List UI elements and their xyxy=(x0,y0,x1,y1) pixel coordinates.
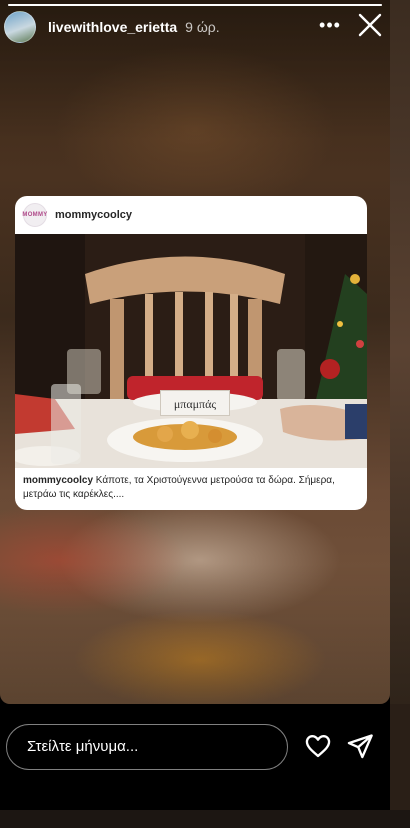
close-icon xyxy=(358,13,382,37)
shared-post-header: MOMMY mommycoolcy xyxy=(15,196,367,234)
avatar-logo-text: MOMMY xyxy=(22,212,48,218)
story-progress-bar xyxy=(8,4,382,6)
story-time: 9 ώρ. xyxy=(185,19,220,35)
message-input[interactable]: Στείλτε μήνυμα... xyxy=(6,724,288,770)
shared-post-caption: mommycoolcy Κάποτε, τα Χριστούγεννα μετρ… xyxy=(15,468,367,508)
send-button[interactable] xyxy=(346,732,374,760)
place-card: μπαμπάς xyxy=(160,390,230,416)
like-button[interactable] xyxy=(304,732,332,760)
heart-icon xyxy=(305,735,331,758)
story-header: livewithlove_erietta 9 ώρ. ••• xyxy=(0,8,390,46)
story-username[interactable]: livewithlove_erietta xyxy=(48,19,177,35)
next-story-edge xyxy=(390,0,410,828)
paper-plane-icon xyxy=(347,734,373,759)
more-options-button[interactable]: ••• xyxy=(318,12,342,38)
avatar[interactable] xyxy=(4,11,36,43)
photo-illustration xyxy=(15,234,367,468)
shared-post-username[interactable]: mommycoolcy xyxy=(55,209,132,221)
shared-post-avatar: MOMMY xyxy=(22,203,48,227)
shared-post-photo: μπαμπάς xyxy=(15,234,367,468)
reply-bar: Στείλτε μήνυμα... xyxy=(0,704,390,810)
caption-username[interactable]: mommycoolcy xyxy=(23,475,93,486)
story-progress-fill xyxy=(8,4,382,6)
screen-bottom-edge xyxy=(0,810,410,828)
close-button[interactable] xyxy=(356,10,384,40)
shared-post-card[interactable]: MOMMY mommycoolcy μπαμπάς mommycoolcy Κά… xyxy=(15,196,367,510)
more-dots-icon: ••• xyxy=(319,15,341,35)
